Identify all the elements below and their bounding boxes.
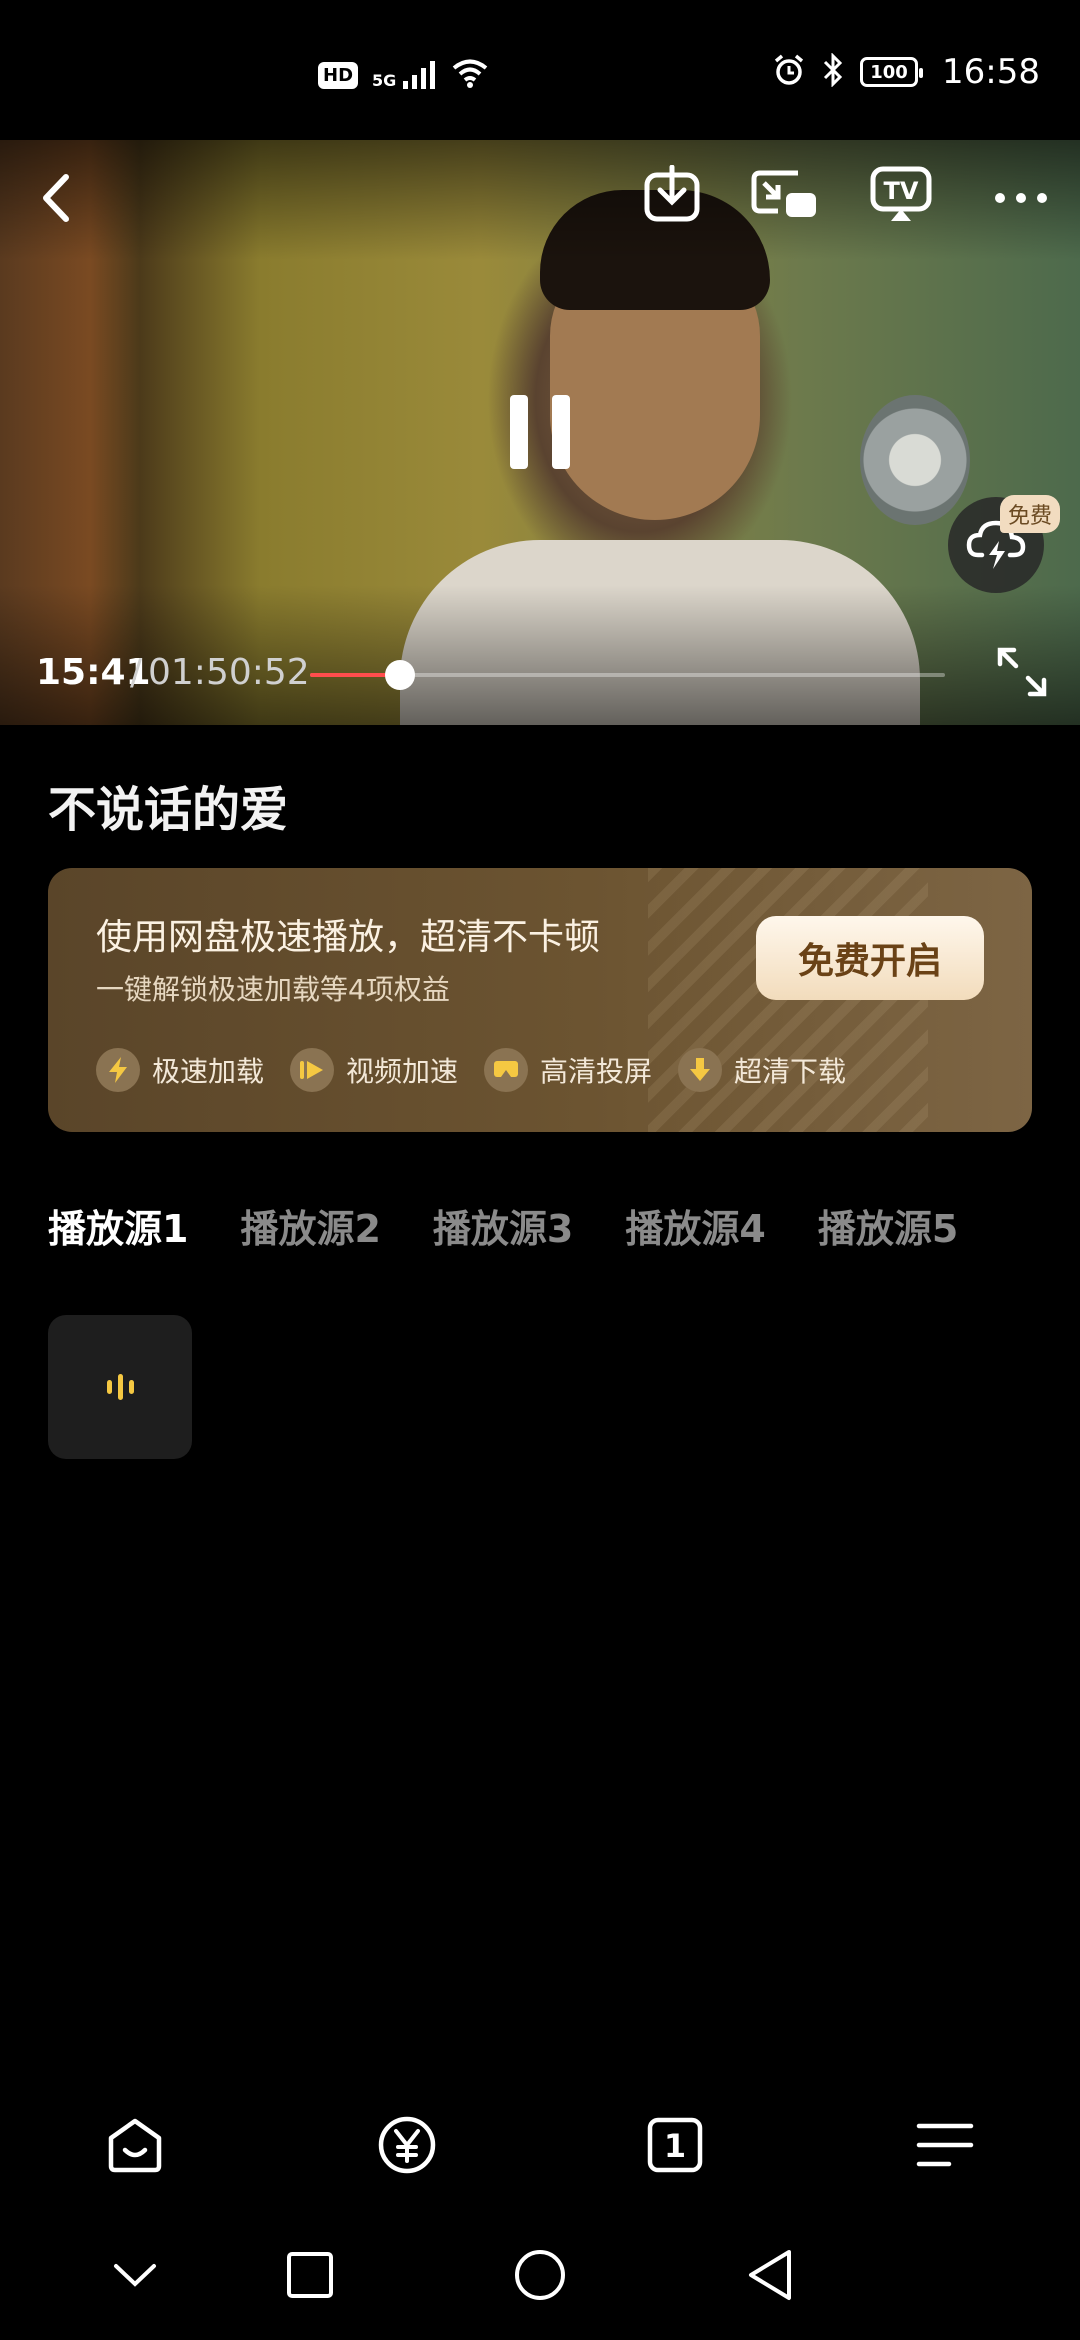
playing-equalizer-icon <box>117 1374 123 1400</box>
pip-icon <box>751 170 816 217</box>
download-icon <box>644 165 700 222</box>
bluetooth-icon <box>822 52 844 91</box>
alarm-icon <box>772 53 806 91</box>
cast-screen-icon <box>484 1048 529 1092</box>
back-arrow-icon <box>43 174 69 222</box>
system-nav-bar <box>0 2230 1080 2320</box>
fullscreen-icon <box>997 647 1047 697</box>
video-frame-detail <box>860 395 970 525</box>
playing-equalizer-icon <box>106 1380 112 1394</box>
home-icon <box>108 2118 162 2173</box>
more-button[interactable] <box>990 170 1052 226</box>
tab-fade <box>960 1190 1080 1250</box>
nav-recents-button[interactable] <box>280 2245 340 2305</box>
tab-count: 1 <box>664 2127 686 2165</box>
download-button[interactable] <box>640 162 704 226</box>
video-player[interactable]: TV 免费 15:41 / 01:50:52 <box>0 140 1080 725</box>
status-bar: HD 5G 100 16:58 <box>0 0 1080 140</box>
perk-label: 超清下载 <box>734 1055 847 1088</box>
playing-equalizer-icon <box>128 1380 134 1394</box>
hd-badge: HD <box>318 61 359 89</box>
promo-card[interactable]: 使用网盘极速播放，超清不卡顿 一键解锁极速加载等4项权益 免费开启 极速加载 视… <box>48 868 1032 1132</box>
lightning-icon <box>96 1048 140 1092</box>
tv-cast-button[interactable]: TV <box>866 162 936 226</box>
perk-label: 视频加速 <box>346 1055 459 1088</box>
nav-home-button[interactable] <box>510 2245 570 2305</box>
more-dots-icon <box>995 193 1047 203</box>
signal-icon: 5G <box>372 61 437 89</box>
nav-collapse-button[interactable] <box>105 2250 165 2300</box>
pause-bar <box>552 395 570 469</box>
tab-source-4[interactable]: 播放源4 <box>625 1198 765 1253</box>
nav-back-button[interactable] <box>740 2245 800 2305</box>
wifi-icon <box>451 58 489 92</box>
circle-icon <box>515 2250 565 2300</box>
tab-count-icon: 1 <box>647 2117 703 2173</box>
progress-knob[interactable] <box>385 660 416 690</box>
perk-item: 超清下载 <box>678 1048 846 1092</box>
picture-in-picture-button[interactable] <box>750 162 820 226</box>
square-icon <box>287 2252 333 2298</box>
source-tabs: 播放源1 播放源2 播放源3 播放源4 播放源5 <box>48 1198 958 1253</box>
download-arrow-icon <box>678 1048 723 1092</box>
promo-decoration <box>648 868 928 1132</box>
status-left: HD 5G <box>318 58 489 92</box>
yuan-button[interactable] <box>372 2110 442 2180</box>
tab-source-2[interactable]: 播放源2 <box>240 1198 380 1253</box>
bottom-nav: 1 <box>0 2100 1080 2180</box>
perk-list: 极速加载 视频加速 高清投屏 超清下载 <box>96 1048 846 1092</box>
fullscreen-button[interactable] <box>992 642 1052 702</box>
tv-cast-icon: TV <box>870 166 932 221</box>
menu-icon <box>916 2123 974 2167</box>
tab-source-5[interactable]: 播放源5 <box>818 1198 958 1253</box>
progress-bar[interactable] <box>310 660 945 690</box>
network-type: 5G <box>372 71 397 90</box>
triangle-back-icon <box>749 2250 791 2300</box>
time-separator: / <box>130 652 143 693</box>
clock: 16:58 <box>942 52 1040 92</box>
pause-bar <box>510 395 528 469</box>
tab-source-3[interactable]: 播放源3 <box>433 1198 573 1253</box>
pause-button[interactable] <box>510 395 570 469</box>
perk-label: 极速加载 <box>152 1055 265 1088</box>
tabs-button[interactable]: 1 <box>640 2110 710 2180</box>
back-button[interactable] <box>28 170 84 226</box>
perk-label: 高清投屏 <box>540 1055 653 1088</box>
free-badge: 免费 <box>1000 495 1061 533</box>
chevron-down-icon <box>114 2264 156 2287</box>
tab-source-1[interactable]: 播放源1 <box>48 1198 188 1253</box>
svg-text:TV: TV <box>884 177 919 205</box>
free-enable-button[interactable]: 免费开启 <box>756 916 984 1000</box>
battery-indicator: 100 <box>860 57 924 87</box>
episode-tile-playing[interactable] <box>48 1315 192 1459</box>
promo-title: 使用网盘极速播放，超清不卡顿 <box>96 917 601 958</box>
perk-item: 高清投屏 <box>484 1048 652 1092</box>
perk-item: 极速加载 <box>96 1048 264 1092</box>
perk-item: 视频加速 <box>290 1048 458 1092</box>
yuan-icon <box>378 2116 436 2174</box>
promo-subtitle: 一键解锁极速加载等4项权益 <box>96 973 450 1006</box>
fast-forward-icon <box>290 1048 335 1092</box>
menu-button[interactable] <box>910 2110 980 2180</box>
home-button[interactable] <box>100 2110 170 2180</box>
total-time: 01:50:52 <box>148 652 310 693</box>
video-title: 不说话的爱 <box>48 782 289 838</box>
status-right: 100 16:58 <box>772 52 1040 92</box>
